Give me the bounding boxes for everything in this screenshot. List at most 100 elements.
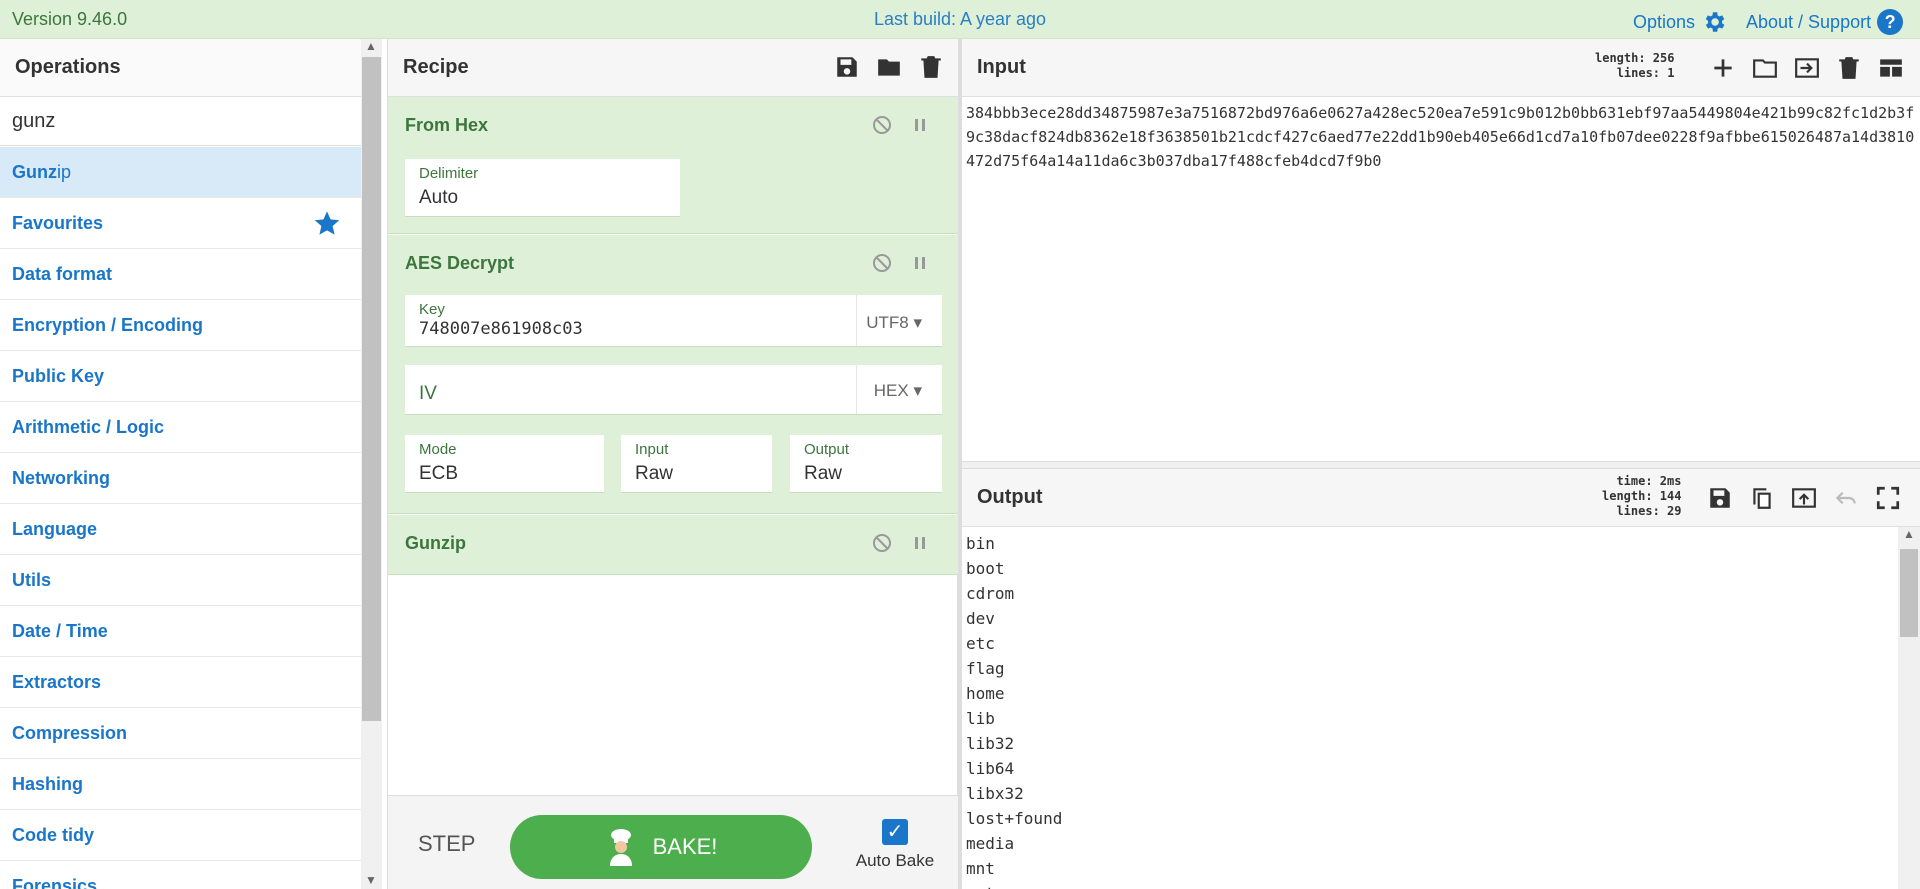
add-tab-icon[interactable] <box>1710 55 1736 81</box>
auto-bake-toggle[interactable]: ✓ Auto Bake <box>850 819 940 871</box>
recipe-title: Recipe <box>403 56 469 78</box>
options-link[interactable]: Options <box>1633 9 1727 35</box>
operations-list: Gunz ip Favourites Data format Encryption… <box>0 147 361 889</box>
scroll-down-icon[interactable]: ▼ <box>365 873 377 887</box>
category-date-time[interactable]: Date / Time <box>0 606 361 657</box>
operations-title: Operations <box>0 39 361 97</box>
category-label: Arithmetic / Logic <box>12 416 165 437</box>
category-label: Date / Time <box>12 620 108 641</box>
scrollbar-thumb[interactable] <box>362 57 381 721</box>
operations-scrollbar[interactable]: ▲ ▼ <box>361 39 382 889</box>
bake-button[interactable]: BAKE! <box>510 815 812 879</box>
bake-label: BAKE! <box>652 834 718 859</box>
category-forensics[interactable]: Forensics <box>0 861 361 889</box>
input-length: length: 256 <box>1595 51 1675 65</box>
category-encryption-encoding[interactable]: Encryption / Encoding <box>0 300 361 351</box>
scroll-up-icon[interactable]: ▲ <box>365 39 377 53</box>
replace-input-icon[interactable] <box>1791 485 1817 511</box>
input-format-value: Raw <box>635 463 674 484</box>
output-format-field[interactable]: Output Raw <box>790 435 942 493</box>
category-label: Favourites <box>12 212 104 233</box>
output-line: media <box>966 834 1015 853</box>
input-header: Input length: 256 lines: 1 <box>962 39 1920 97</box>
iv-encoding-dropdown[interactable]: HEX ▾ <box>874 381 922 401</box>
output-line: opt <box>966 881 1896 889</box>
trash-icon[interactable] <box>918 54 944 80</box>
disable-icon[interactable] <box>872 533 892 553</box>
recipe-op-gunzip: Gunzip <box>388 515 958 575</box>
category-hashing[interactable]: Hashing <box>0 759 361 810</box>
mode-field[interactable]: Mode ECB <box>405 435 604 493</box>
io-divider[interactable] <box>962 461 1920 469</box>
output-line: lib <box>966 709 995 728</box>
category-favourites[interactable]: Favourites <box>0 198 361 249</box>
output-line: home <box>966 684 1005 703</box>
iv-field[interactable]: IV HEX ▾ <box>405 365 942 415</box>
operations-pane: Operations gunz Gunz ip Favourites Data f… <box>0 39 382 889</box>
category-networking[interactable]: Networking <box>0 453 361 504</box>
scrollbar-thumb[interactable] <box>1900 549 1918 637</box>
folder-icon[interactable] <box>876 54 902 80</box>
output-line: lib32 <box>966 734 1015 753</box>
key-label: Key <box>419 301 445 318</box>
op-title: From Hex <box>405 115 489 135</box>
chef-icon <box>609 829 632 866</box>
delimiter-field[interactable]: Delimiter Auto <box>405 159 680 217</box>
save-icon[interactable] <box>1707 485 1733 511</box>
input-format-field[interactable]: Input Raw <box>621 435 772 493</box>
auto-bake-checkbox[interactable]: ✓ <box>882 819 908 845</box>
search-result-gunzip[interactable]: Gunz ip <box>0 147 361 198</box>
pause-icon[interactable] <box>910 533 930 553</box>
input-textarea[interactable]: 384bbb3ece28dd34875987e3a7516872bd976a6e… <box>966 101 1916 173</box>
recipe-header: Recipe <box>388 39 958 97</box>
gear-icon <box>1705 12 1725 32</box>
key-encoding-value: UTF8 <box>866 313 909 332</box>
category-public-key[interactable]: Public Key <box>0 351 361 402</box>
category-label: Compression <box>12 722 128 743</box>
open-file-icon[interactable] <box>1794 55 1820 81</box>
pause-icon[interactable] <box>910 115 930 135</box>
open-folder-icon[interactable] <box>1752 55 1778 81</box>
output-line: mnt <box>966 859 995 878</box>
op-title: AES Decrypt <box>405 253 515 273</box>
disable-icon[interactable] <box>872 115 892 135</box>
category-label: Code tidy <box>12 824 95 845</box>
layout-icon[interactable] <box>1878 55 1904 81</box>
about-support-label: About / Support <box>1746 11 1872 32</box>
maximize-icon[interactable] <box>1875 485 1901 511</box>
category-compression[interactable]: Compression <box>0 708 361 759</box>
pause-icon[interactable] <box>910 253 930 273</box>
output-scrollbar[interactable]: ▲ <box>1898 527 1920 889</box>
key-encoding-dropdown[interactable]: UTF8 ▾ <box>866 313 922 333</box>
copy-icon[interactable] <box>1749 485 1775 511</box>
category-label: Networking <box>12 467 111 488</box>
about-support-link[interactable]: About / Support ? <box>1746 9 1904 35</box>
scroll-up-icon[interactable]: ▲ <box>1903 527 1915 541</box>
category-data-format[interactable]: Data format <box>0 249 361 300</box>
category-extractors[interactable]: Extractors <box>0 657 361 708</box>
operations-search-input[interactable]: gunz <box>0 98 361 146</box>
delimiter-label: Delimiter <box>419 165 479 182</box>
search-result-rest: ip <box>57 161 72 182</box>
output-pane: Output time: 2ms length: 144 lines: 29 b… <box>962 469 1920 889</box>
save-icon[interactable] <box>834 54 860 80</box>
output-line: bin <box>966 534 995 553</box>
input-stats: length: 256 lines: 1 <box>1595 51 1674 81</box>
input-pane: Input length: 256 lines: 1 384bbb3ece28d… <box>962 39 1920 461</box>
category-language[interactable]: Language <box>0 504 361 555</box>
search-result-match: Gunz <box>12 161 57 182</box>
output-line: cdrom <box>966 584 1015 603</box>
undo-icon <box>1835 491 1856 505</box>
output-format-value: Raw <box>804 463 843 484</box>
category-utils[interactable]: Utils <box>0 555 361 606</box>
step-button[interactable]: STEP <box>418 831 475 857</box>
disable-icon[interactable] <box>872 253 892 273</box>
category-code-tidy[interactable]: Code tidy <box>0 810 361 861</box>
output-text[interactable]: bin boot cdrom dev etc flag home lib lib… <box>966 531 1896 889</box>
op-title: Gunzip <box>405 533 466 553</box>
key-field[interactable]: Key 748007e861908c03 UTF8 ▾ <box>405 295 942 347</box>
input-lines: lines: 1 <box>1616 66 1675 80</box>
output-header: Output time: 2ms length: 144 lines: 29 <box>962 469 1920 527</box>
category-arithmetic-logic[interactable]: Arithmetic / Logic <box>0 402 361 453</box>
trash-icon[interactable] <box>1836 55 1862 81</box>
